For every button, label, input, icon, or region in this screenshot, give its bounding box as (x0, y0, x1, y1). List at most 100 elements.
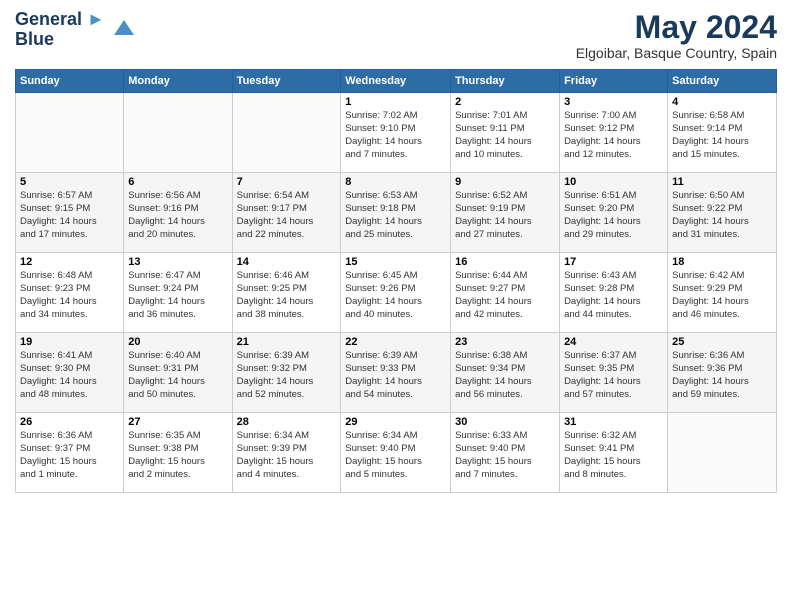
day-number: 9 (455, 176, 555, 188)
day-number: 29 (345, 416, 446, 428)
day-info: Sunrise: 6:46 AM Sunset: 9:25 PM Dayligh… (237, 270, 337, 321)
day-info: Sunrise: 6:52 AM Sunset: 9:19 PM Dayligh… (455, 190, 555, 241)
day-info: Sunrise: 6:53 AM Sunset: 9:18 PM Dayligh… (345, 190, 446, 241)
day-cell: 19 Sunrise: 6:41 AM Sunset: 9:30 PM Dayli… (16, 333, 124, 413)
day-number: 10 (564, 176, 663, 188)
day-info: Sunrise: 6:35 AM Sunset: 9:38 PM Dayligh… (128, 430, 227, 481)
day-info: Sunrise: 6:56 AM Sunset: 9:16 PM Dayligh… (128, 190, 227, 241)
week-row-1: 1Sunrise: 7:02 AM Sunset: 9:10 PM Daylig… (16, 93, 777, 173)
day-cell: 7 Sunrise: 6:54 AM Sunset: 9:17 PM Daylig… (232, 173, 341, 253)
day-number: 16 (455, 256, 555, 268)
day-info: Sunrise: 7:01 AM Sunset: 9:11 PM Dayligh… (455, 110, 555, 161)
day-cell: 23Sunrise: 6:38 AM Sunset: 9:34 PM Dayli… (451, 333, 560, 413)
day-number: 12 (20, 256, 119, 268)
weekday-header-saturday: Saturday (668, 70, 777, 93)
day-info: Sunrise: 7:02 AM Sunset: 9:10 PM Dayligh… (345, 110, 446, 161)
day-number: 27 (128, 416, 227, 428)
day-cell: 8 Sunrise: 6:53 AM Sunset: 9:18 PM Daylig… (341, 173, 451, 253)
day-cell (668, 413, 777, 493)
day-number: 2 (455, 96, 555, 108)
weekday-header-sunday: Sunday (16, 70, 124, 93)
weekday-header-thursday: Thursday (451, 70, 560, 93)
day-cell: 10 Sunrise: 6:51 AM Sunset: 9:20 PM Dayli… (560, 173, 668, 253)
day-cell: 30 Sunrise: 6:33 AM Sunset: 9:40 PM Dayli… (451, 413, 560, 493)
day-number: 24 (564, 336, 663, 348)
day-cell: 29 Sunrise: 6:34 AM Sunset: 9:40 PM Dayli… (341, 413, 451, 493)
day-info: Sunrise: 6:36 AM Sunset: 9:37 PM Dayligh… (20, 430, 119, 481)
day-info: Sunrise: 6:32 AM Sunset: 9:41 PM Dayligh… (564, 430, 663, 481)
day-info: Sunrise: 6:58 AM Sunset: 9:14 PM Dayligh… (672, 110, 772, 161)
day-number: 6 (128, 176, 227, 188)
day-cell: 21Sunrise: 6:39 AM Sunset: 9:32 PM Dayli… (232, 333, 341, 413)
week-row-4: 19 Sunrise: 6:41 AM Sunset: 9:30 PM Dayli… (16, 333, 777, 413)
day-info: Sunrise: 6:47 AM Sunset: 9:24 PM Dayligh… (128, 270, 227, 321)
weekday-header-monday: Monday (124, 70, 232, 93)
day-info: Sunrise: 6:39 AM Sunset: 9:33 PM Dayligh… (345, 350, 446, 401)
day-cell: 11Sunrise: 6:50 AM Sunset: 9:22 PM Dayli… (668, 173, 777, 253)
header: General ► Blue May 2024 Elgoibar, Basque… (15, 10, 777, 61)
day-cell: 15Sunrise: 6:45 AM Sunset: 9:26 PM Dayli… (341, 253, 451, 333)
week-row-5: 26 Sunrise: 6:36 AM Sunset: 9:37 PM Dayli… (16, 413, 777, 493)
day-number: 4 (672, 96, 772, 108)
day-info: Sunrise: 6:37 AM Sunset: 9:35 PM Dayligh… (564, 350, 663, 401)
day-cell: 13 Sunrise: 6:47 AM Sunset: 9:24 PM Dayli… (124, 253, 232, 333)
week-row-3: 12 Sunrise: 6:48 AM Sunset: 9:23 PM Dayli… (16, 253, 777, 333)
day-info: Sunrise: 6:43 AM Sunset: 9:28 PM Dayligh… (564, 270, 663, 321)
day-number: 25 (672, 336, 772, 348)
day-cell: 26 Sunrise: 6:36 AM Sunset: 9:37 PM Dayli… (16, 413, 124, 493)
day-info: Sunrise: 6:36 AM Sunset: 9:36 PM Dayligh… (672, 350, 772, 401)
day-number: 19 (20, 336, 119, 348)
day-number: 20 (128, 336, 227, 348)
day-number: 22 (345, 336, 446, 348)
day-info: Sunrise: 6:50 AM Sunset: 9:22 PM Dayligh… (672, 190, 772, 241)
day-number: 5 (20, 176, 119, 188)
calendar: SundayMondayTuesdayWednesdayThursdayFrid… (15, 69, 777, 493)
day-info: Sunrise: 6:40 AM Sunset: 9:31 PM Dayligh… (128, 350, 227, 401)
day-cell: 17 Sunrise: 6:43 AM Sunset: 9:28 PM Dayli… (560, 253, 668, 333)
day-info: Sunrise: 6:34 AM Sunset: 9:40 PM Dayligh… (345, 430, 446, 481)
day-number: 26 (20, 416, 119, 428)
day-number: 30 (455, 416, 555, 428)
day-cell: 18Sunrise: 6:42 AM Sunset: 9:29 PM Dayli… (668, 253, 777, 333)
day-cell: 16Sunrise: 6:44 AM Sunset: 9:27 PM Dayli… (451, 253, 560, 333)
logo: General ► Blue (15, 10, 139, 50)
day-cell: 2 Sunrise: 7:01 AM Sunset: 9:11 PM Daylig… (451, 93, 560, 173)
location: Elgoibar, Basque Country, Spain (576, 45, 777, 61)
weekday-header-friday: Friday (560, 70, 668, 93)
day-cell: 4 Sunrise: 6:58 AM Sunset: 9:14 PM Daylig… (668, 93, 777, 173)
day-cell (124, 93, 232, 173)
day-info: Sunrise: 6:34 AM Sunset: 9:39 PM Dayligh… (237, 430, 337, 481)
page: General ► Blue May 2024 Elgoibar, Basque… (0, 0, 792, 612)
day-cell: 6 Sunrise: 6:56 AM Sunset: 9:16 PM Daylig… (124, 173, 232, 253)
day-cell: 1Sunrise: 7:02 AM Sunset: 9:10 PM Daylig… (341, 93, 451, 173)
day-number: 17 (564, 256, 663, 268)
weekday-header-wednesday: Wednesday (341, 70, 451, 93)
day-cell: 22 Sunrise: 6:39 AM Sunset: 9:33 PM Dayli… (341, 333, 451, 413)
title-block: May 2024 Elgoibar, Basque Country, Spain (576, 10, 777, 61)
day-number: 13 (128, 256, 227, 268)
weekday-header-tuesday: Tuesday (232, 70, 341, 93)
day-cell: 24 Sunrise: 6:37 AM Sunset: 9:35 PM Dayli… (560, 333, 668, 413)
day-number: 28 (237, 416, 337, 428)
day-number: 7 (237, 176, 337, 188)
day-info: Sunrise: 6:33 AM Sunset: 9:40 PM Dayligh… (455, 430, 555, 481)
day-cell: 25 Sunrise: 6:36 AM Sunset: 9:36 PM Dayli… (668, 333, 777, 413)
day-info: Sunrise: 6:54 AM Sunset: 9:17 PM Dayligh… (237, 190, 337, 241)
day-cell (16, 93, 124, 173)
day-info: Sunrise: 6:39 AM Sunset: 9:32 PM Dayligh… (237, 350, 337, 401)
month-year: May 2024 (576, 10, 777, 45)
day-cell: 28 Sunrise: 6:34 AM Sunset: 9:39 PM Dayli… (232, 413, 341, 493)
day-number: 15 (345, 256, 446, 268)
day-info: Sunrise: 7:00 AM Sunset: 9:12 PM Dayligh… (564, 110, 663, 161)
logo-text: General ► Blue (15, 10, 105, 50)
day-number: 14 (237, 256, 337, 268)
day-number: 8 (345, 176, 446, 188)
day-cell: 12 Sunrise: 6:48 AM Sunset: 9:23 PM Dayli… (16, 253, 124, 333)
day-number: 31 (564, 416, 663, 428)
day-info: Sunrise: 6:48 AM Sunset: 9:23 PM Dayligh… (20, 270, 119, 321)
week-row-2: 5Sunrise: 6:57 AM Sunset: 9:15 PM Daylig… (16, 173, 777, 253)
day-info: Sunrise: 6:51 AM Sunset: 9:20 PM Dayligh… (564, 190, 663, 241)
day-info: Sunrise: 6:41 AM Sunset: 9:30 PM Dayligh… (20, 350, 119, 401)
day-number: 18 (672, 256, 772, 268)
logo-blue: ► (82, 9, 105, 29)
